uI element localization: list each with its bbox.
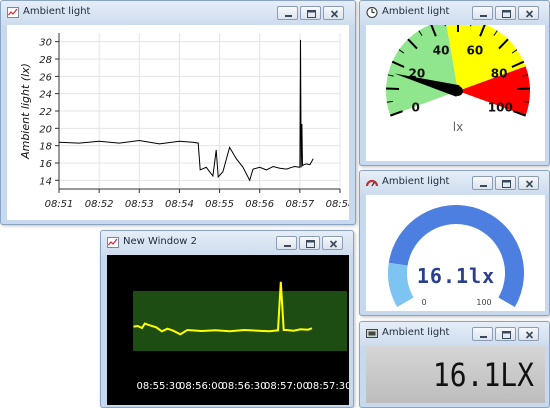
y-axis-label: Ambient light (lx): [19, 63, 32, 160]
close-button[interactable]: [518, 327, 539, 341]
x-tick-label: 08:55: [205, 199, 234, 210]
chart2-window: New Window 2 08:55:30 08:56:00 08:56:30 08:…: [100, 230, 354, 408]
x-tick-label: 08:51: [45, 199, 74, 210]
minimize-button[interactable]: [276, 236, 297, 250]
arc-min-label: 0: [421, 298, 426, 307]
gauge-scale-label: 0: [412, 100, 420, 114]
chart2-area: 08:55:30 08:56:00 08:56:30 08:57:00 08:57:30: [107, 255, 351, 405]
minimize-button[interactable]: [277, 6, 298, 20]
arc-gauge: 16.1lx 0 100: [388, 204, 524, 307]
lcd-area: 16.1LX: [366, 346, 545, 403]
y-tick-label: 26: [39, 72, 52, 83]
arc-title: Ambient light: [382, 176, 450, 187]
close-button[interactable]: [322, 236, 343, 250]
chart-icon: [107, 237, 119, 248]
y-tick-label: 22: [39, 107, 52, 118]
gauge-scale-label: 40: [433, 43, 450, 57]
close-button[interactable]: [323, 6, 344, 20]
gauge-unit: lx: [453, 120, 463, 134]
arc-titlebar[interactable]: Ambient light: [360, 171, 549, 195]
y-tick-label: 20: [39, 124, 52, 135]
maximize-button[interactable]: [495, 327, 516, 341]
series-line: [58, 39, 314, 182]
gauge-dial: 02040 6080100lx: [386, 19, 530, 134]
arc-area: 16.1lx 0 100: [366, 195, 545, 311]
chart2-x-tick-label: 08:56:30: [222, 381, 267, 392]
chart2-x-tick-label: 08:57:30: [307, 381, 349, 392]
y-tick-label: 18: [39, 142, 52, 153]
minimize-button[interactable]: [472, 6, 493, 20]
plot-area: 08:51 08:52 08:53 08:54 08:55 08:56 08:57 08:58…: [7, 25, 354, 220]
chart2-x-tick-label: 08:55:30: [137, 381, 182, 392]
gauge-area: 0 20 40 60 80 100 lx: [366, 19, 545, 161]
chart2-x-tick-label: 08:56:00: [179, 381, 224, 392]
arc-fill: [388, 262, 414, 307]
plot-chart: 08:51 08:52 08:53 08:54 08:55 08:56 08:57 08:58…: [19, 33, 354, 210]
gauge-titlebar[interactable]: Ambient light: [360, 1, 549, 25]
plot-titlebar[interactable]: Ambient light: [1, 1, 355, 25]
gauge-window: Ambient light 0 20 40 60 80 100 lx: [359, 0, 550, 166]
lcd-titlebar[interactable]: Ambient light: [360, 322, 549, 346]
close-button[interactable]: [518, 6, 539, 20]
gauge-title: Ambient light: [382, 6, 450, 17]
chart2-plot: 08:55:3008:56:0008:56:3008:57:0008:57:30: [107, 255, 351, 405]
chart-icon: [7, 7, 19, 18]
lcd-display: 16.1LX: [433, 357, 534, 394]
x-tick-label: 08:54: [165, 199, 194, 210]
y-tick-label: 16: [39, 159, 52, 170]
maximize-button[interactable]: [495, 176, 516, 190]
lcd-icon: [366, 329, 378, 338]
gauge-scale-label: 60: [467, 43, 484, 57]
plot-window: Ambient light 08:51 08:52 08:53 08:54 08:55 0…: [0, 0, 356, 225]
chart2-band: [133, 291, 347, 351]
arc-gauge-icon: [366, 179, 378, 187]
maximize-button[interactable]: [300, 6, 321, 20]
lcd-value: 16.1LX: [433, 357, 534, 394]
y-tick-label: 14: [39, 176, 52, 187]
close-button[interactable]: [518, 176, 539, 190]
gauge-hub: [453, 86, 463, 96]
maximize-button[interactable]: [495, 6, 516, 20]
arc-max-label: 100: [476, 298, 491, 307]
lcd-title: Ambient light: [382, 327, 450, 338]
chart2-title: New Window 2: [123, 236, 197, 247]
x-tick-label: 08:56: [245, 199, 274, 210]
minimize-button[interactable]: [472, 176, 493, 190]
gauge-scale-label: 100: [488, 100, 513, 114]
y-tick-label: 28: [39, 55, 52, 66]
arc-value: 16.1lx: [417, 264, 495, 288]
plot-title: Ambient light: [23, 6, 91, 17]
x-tick-label: 08:53: [125, 199, 154, 210]
gauge-scale-label: 80: [491, 67, 508, 81]
chart2-x-tick-label: 08:57:00: [264, 381, 309, 392]
x-tick-label: 08:52: [85, 199, 114, 210]
x-tick-label: 08:57: [285, 199, 314, 210]
minimize-button[interactable]: [472, 327, 493, 341]
x-tick-label: 08:58: [326, 199, 349, 210]
arc-window: Ambient light 16.1lx 0 100: [359, 170, 550, 316]
y-tick-label: 30: [39, 38, 52, 49]
y-tick-label: 24: [39, 90, 52, 101]
chart2-titlebar[interactable]: New Window 2: [101, 231, 353, 255]
lcd-window: Ambient light 16.1LX: [359, 321, 550, 408]
gauge-icon: [366, 7, 378, 18]
maximize-button[interactable]: [299, 236, 320, 250]
